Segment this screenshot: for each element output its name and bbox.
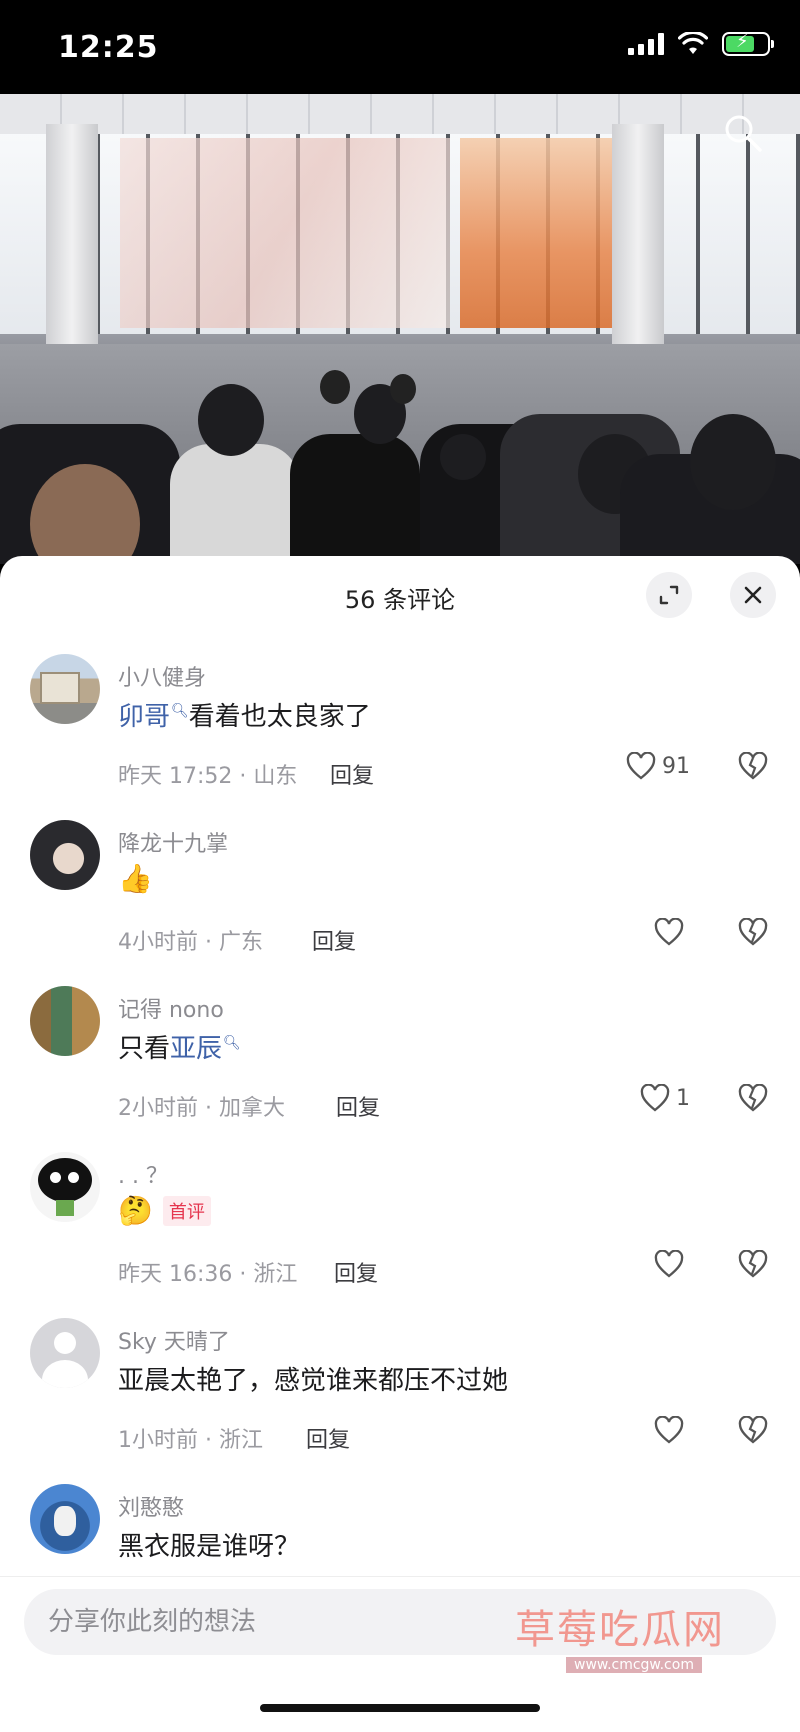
wifi-icon — [678, 32, 708, 54]
avatar[interactable] — [30, 1484, 100, 1554]
status-bar: 12:25 ⚡ — [0, 0, 800, 94]
like-button[interactable] — [654, 1416, 690, 1444]
heart-icon — [654, 1416, 684, 1444]
search-icon[interactable] — [722, 112, 764, 154]
status-icons: ⚡ — [628, 31, 774, 56]
dislike-button[interactable] — [738, 1083, 768, 1116]
comment-username[interactable]: 刘憨憨 — [118, 1490, 184, 1522]
comment-text-body: 黑衣服是谁呀？ — [118, 1532, 301, 1562]
like-button[interactable] — [654, 918, 690, 946]
avatar[interactable] — [30, 820, 100, 890]
broken-heart-icon — [738, 1083, 768, 1112]
heart-icon — [626, 752, 656, 780]
avatar[interactable] — [30, 1318, 100, 1388]
like-button[interactable]: 1 — [640, 1084, 690, 1112]
avatar[interactable] — [30, 654, 100, 724]
like-count: 1 — [676, 1085, 690, 1111]
comment-text-body: 看着也太良家了 — [188, 702, 371, 732]
close-button[interactable] — [730, 572, 776, 618]
comment-item: . . ？ 🤔 首评 昨天 16:36 · 浙江 回复 — [0, 1152, 800, 1318]
avatar[interactable] — [30, 986, 100, 1056]
comment-item: Sky 天晴了 亚晨太艳了，感觉谁来都压不过她 1小时前 · 浙江 回复 — [0, 1318, 800, 1484]
dislike-button[interactable] — [738, 1415, 768, 1448]
first-comment-badge: 首评 — [162, 1195, 211, 1226]
search-icon: 🔍︎ — [223, 1035, 241, 1052]
reply-button[interactable]: 回复 — [312, 924, 356, 956]
like-button[interactable] — [654, 1250, 690, 1278]
comment-username[interactable]: . . ？ — [118, 1158, 168, 1190]
comment-text-body: 只看 — [118, 1034, 171, 1064]
mention-link[interactable]: 亚辰 — [170, 1034, 222, 1064]
video-crowd — [0, 364, 800, 564]
comment-item: 记得 nono 只看亚辰🔍︎ 2小时前 · 加拿大 回复 1 — [0, 986, 800, 1152]
reply-button[interactable]: 回复 — [306, 1422, 350, 1454]
comment-meta: 2小时前 · 加拿大 — [118, 1096, 285, 1121]
home-indicator[interactable] — [260, 1704, 540, 1712]
comment-text: 👍 — [118, 862, 153, 895]
comment-username[interactable]: 记得 nono — [118, 992, 224, 1024]
mention-link[interactable]: 卯哥 — [118, 702, 170, 732]
heart-icon — [654, 918, 684, 946]
video-billboard-left — [120, 138, 450, 328]
avatar[interactable] — [30, 1152, 100, 1222]
expand-button[interactable] — [646, 572, 692, 618]
like-count: 91 — [662, 753, 690, 779]
broken-heart-icon — [738, 1415, 768, 1444]
comment-item: 小八健身 卯哥🔍︎看着也太良家了 昨天 17:52 · 山东 回复 91 — [0, 654, 800, 820]
broken-heart-icon — [738, 917, 768, 946]
comment-meta: 1小时前 · 浙江 — [118, 1428, 263, 1453]
search-icon: 🔍︎ — [171, 703, 189, 720]
thumbs-up-emoji: 👍 — [118, 862, 153, 895]
watermark-url: www.cmcgw.com — [566, 1657, 702, 1673]
sheet-header: 56 条评论 — [0, 556, 800, 632]
comment-text-body: 亚晨太艳了，感觉谁来都压不过她 — [118, 1366, 509, 1396]
expand-icon — [659, 585, 679, 605]
comment-item: 降龙十九掌 👍 4小时前 · 广东 回复 — [0, 820, 800, 986]
comment-text: 亚晨太艳了，感觉谁来都压不过她 — [118, 1360, 508, 1397]
close-icon — [744, 586, 762, 604]
comment-text: 🤔 首评 — [118, 1194, 211, 1227]
dislike-button[interactable] — [738, 1249, 768, 1282]
comment-input-bar: 草莓吃瓜网 www.cmcgw.com — [0, 1576, 800, 1732]
comment-username[interactable]: Sky 天晴了 — [118, 1324, 230, 1356]
broken-heart-icon — [738, 1249, 768, 1278]
reply-button[interactable]: 回复 — [336, 1090, 380, 1122]
status-time: 12:25 — [58, 30, 159, 65]
dislike-button[interactable] — [738, 751, 768, 784]
battery-icon: ⚡ — [722, 31, 774, 56]
heart-icon — [640, 1084, 670, 1112]
reply-button[interactable]: 回复 — [330, 758, 374, 790]
comment-username[interactable]: 降龙十九掌 — [118, 826, 228, 858]
comment-text: 只看亚辰🔍︎ — [118, 1028, 241, 1065]
video-player[interactable] — [0, 94, 800, 564]
comment-meta: 4小时前 · 广东 — [118, 930, 263, 955]
like-button[interactable]: 91 — [626, 752, 690, 780]
video-billboard — [460, 138, 620, 328]
comment-meta: 昨天 17:52 · 山东 — [118, 764, 298, 789]
broken-heart-icon — [738, 751, 768, 780]
dislike-button[interactable] — [738, 917, 768, 950]
comment-username[interactable]: 小八健身 — [118, 660, 206, 692]
comment-sheet: 56 条评论 小八健身 卯哥🔍︎看着也太良家了 昨天 17:52 · 山东 回复… — [0, 556, 800, 1732]
cellular-signal-icon — [628, 33, 664, 55]
comment-text: 黑衣服是谁呀？ — [118, 1526, 300, 1563]
comment-text: 卯哥🔍︎看着也太良家了 — [118, 696, 371, 733]
heart-icon — [654, 1250, 684, 1278]
reply-button[interactable]: 回复 — [334, 1256, 378, 1288]
thinking-emoji: 🤔 — [118, 1194, 153, 1227]
comment-meta: 昨天 16:36 · 浙江 — [118, 1262, 298, 1287]
watermark-text: 草莓吃瓜网 — [515, 1607, 725, 1653]
video-ceiling — [0, 94, 800, 134]
